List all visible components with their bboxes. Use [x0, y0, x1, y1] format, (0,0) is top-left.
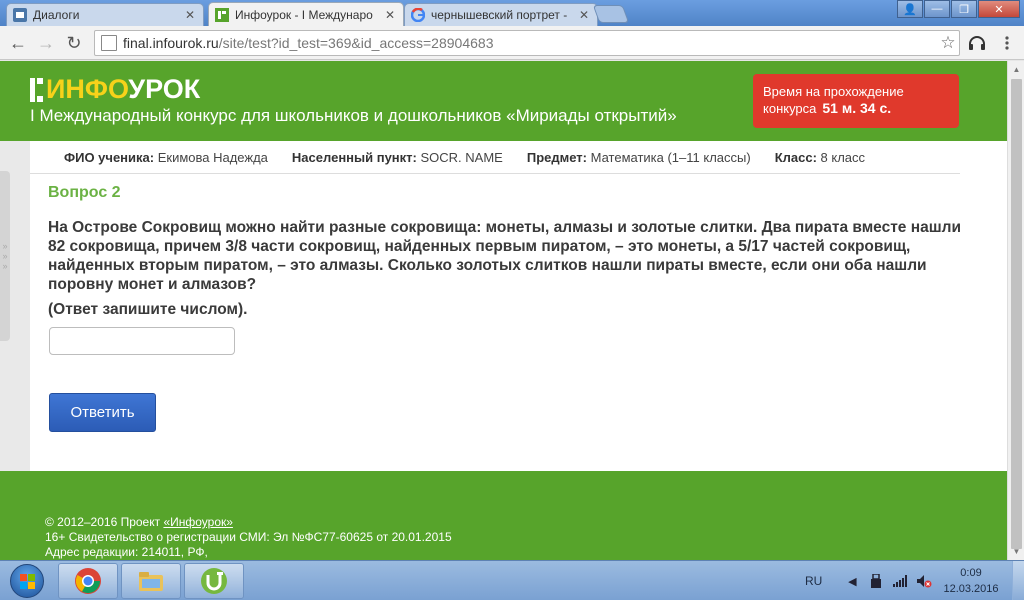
profile-icon[interactable]: 👤	[897, 0, 923, 18]
system-tray: RU ◀	[805, 561, 940, 600]
answer-input[interactable]	[49, 327, 235, 355]
site-header: ИНФОУРОК I Международный конкурс для шко…	[0, 61, 1007, 141]
show-desktop-button[interactable]	[1012, 561, 1024, 600]
close-icon[interactable]: ✕	[183, 8, 197, 22]
logo-text: ИНФОУРОК	[46, 73, 201, 104]
volume-muted-icon[interactable]	[916, 573, 932, 589]
clock-date: 12.03.2016	[943, 583, 999, 595]
clock-time: 0:09	[960, 567, 982, 579]
infourok-icon	[215, 7, 229, 22]
browser-toolbar: ← → ↻ final.infourok.ru/site/test?id_tes…	[0, 26, 1024, 60]
page-viewport: ИНФОУРОК I Международный конкурс для шко…	[0, 61, 1007, 560]
copyright-line: © 2012–2016 Проект «Инфоурок»	[45, 515, 233, 529]
restore-icon[interactable]: ❐	[951, 0, 977, 18]
question-text: На Острове Сокровищ можно найти разные с…	[48, 219, 962, 293]
window-close-icon[interactable]: ✕	[978, 0, 1020, 18]
scroll-thumb[interactable]	[1011, 79, 1022, 549]
windows-logo-icon	[10, 564, 44, 598]
city-value: SOCR. NAME	[420, 149, 503, 165]
student-label: ФИО ученика:	[64, 149, 155, 165]
page-scrollbar[interactable]: ▲ ▼	[1007, 61, 1024, 560]
registration-line: 16+ Свидетельство о регистрации СМИ: Эл …	[45, 530, 452, 544]
question-panel: ФИО ученика: Екимова Надежда Населенный …	[30, 141, 1007, 471]
network-signal-icon[interactable]	[892, 573, 908, 589]
student-value: Екимова Надежда	[157, 149, 268, 165]
window-controls: 👤 — ❐ ✕	[896, 0, 1020, 20]
tab-google[interactable]: чернышевский портрет - ✕	[404, 3, 598, 26]
tab-strip: Диалоги ✕ Инфоурок - I Междунаро ✕ черны…	[0, 0, 1024, 26]
reload-icon[interactable]: ↻	[63, 32, 85, 54]
logo[interactable]: ИНФОУРОК	[30, 73, 201, 104]
show-hidden-icons-icon[interactable]: ◀	[844, 573, 860, 589]
timer-value: 51 м. 34 с.	[822, 100, 892, 116]
city-label: Населенный пункт:	[291, 149, 417, 165]
vk-icon	[13, 8, 27, 22]
tab-dialogs[interactable]: Диалоги ✕	[6, 3, 204, 26]
answer-hint: (Ответ запишите числом).	[48, 301, 248, 318]
grade-value: 8 класс	[820, 149, 866, 165]
page-icon	[101, 35, 117, 51]
tab-title: Диалоги	[33, 8, 80, 22]
usb-device-icon[interactable]	[868, 573, 884, 589]
tab-title: Инфоурок - I Междунаро	[235, 7, 373, 22]
timer-label-line1: Время на прохождение	[763, 84, 904, 99]
google-icon	[411, 8, 425, 22]
student-info-bar: ФИО ученика: Екимова Надежда Населенный …	[30, 141, 960, 174]
close-icon[interactable]: ✕	[577, 8, 591, 22]
explorer-icon[interactable]	[121, 563, 181, 599]
scroll-down-icon[interactable]: ▼	[1008, 543, 1024, 560]
minimize-icon[interactable]: —	[924, 0, 950, 18]
taskbar: RU ◀ 0:09 12.03.2016	[0, 560, 1024, 600]
logo-mark-icon	[30, 76, 44, 102]
utorrent-icon[interactable]	[184, 563, 244, 599]
back-icon[interactable]: ←	[7, 32, 29, 54]
forward-icon[interactable]: →	[35, 32, 57, 54]
tab-title: чернышевский портрет -	[431, 8, 568, 22]
grade-label: Класс:	[774, 149, 817, 165]
site-footer: © 2012–2016 Проект «Инфоурок» 16+ Свидет…	[0, 471, 1007, 560]
side-panel-handle[interactable]: »»»	[0, 171, 10, 341]
address-line: Адрес редакции: 214011, РФ,	[45, 545, 208, 559]
address-bar[interactable]: final.infourok.ru/site/test?id_test=369&…	[94, 30, 960, 56]
timer-box: Время на прохождение конкурса 51 м. 34 с.	[753, 74, 959, 128]
close-icon[interactable]: ✕	[383, 8, 397, 22]
chrome-icon[interactable]	[58, 563, 118, 599]
subject-label: Предмет:	[526, 149, 587, 165]
menu-icon[interactable]	[996, 32, 1018, 54]
scroll-up-icon[interactable]: ▲	[1008, 61, 1024, 78]
bookmark-star-icon[interactable]: ☆	[937, 33, 959, 53]
submit-answer-button[interactable]: Ответить	[49, 393, 156, 432]
subject-value: Математика (1–11 классы)	[590, 149, 751, 165]
start-button[interactable]	[2, 562, 52, 600]
tab-infourok[interactable]: Инфоурок - I Междунаро ✕	[208, 2, 404, 26]
question-title: Вопрос 2	[48, 184, 121, 201]
headphones-icon[interactable]	[966, 32, 988, 54]
clock[interactable]: 0:09 12.03.2016	[936, 565, 1006, 597]
language-indicator[interactable]: RU	[805, 574, 822, 588]
contest-title: I Международный конкурс для школьников и…	[30, 106, 677, 125]
new-tab-button[interactable]	[592, 5, 630, 23]
timer-label-line2: конкурса	[763, 101, 817, 116]
infourok-link[interactable]: «Инфоурок»	[163, 515, 232, 529]
url-text[interactable]: final.infourok.ru/site/test?id_test=369&…	[123, 35, 937, 51]
